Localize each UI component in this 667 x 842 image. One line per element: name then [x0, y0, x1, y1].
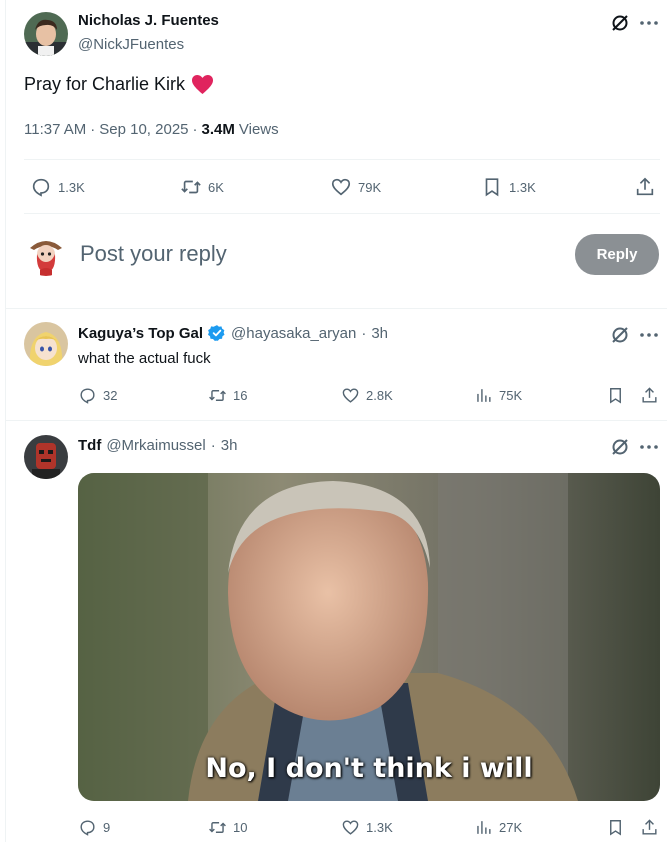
- post-date[interactable]: Sep 10, 2025: [99, 121, 188, 138]
- like-action[interactable]: 2.8K: [341, 386, 393, 405]
- repost-icon: [208, 818, 227, 837]
- views-icon: [474, 818, 493, 837]
- views-label: Views: [238, 121, 279, 138]
- more-icon[interactable]: [638, 324, 660, 346]
- repost-action[interactable]: 10: [208, 818, 247, 837]
- like-action[interactable]: 1.3K: [341, 818, 393, 837]
- bookmark-count: 1.3K: [509, 179, 536, 195]
- more-icon[interactable]: [638, 12, 660, 34]
- reply-author-avatar[interactable]: [24, 322, 68, 366]
- like-count: 1.3K: [366, 820, 393, 835]
- reply-media-image[interactable]: No, I don't think i will: [78, 473, 660, 801]
- divider: [24, 159, 660, 160]
- more-icon[interactable]: [638, 436, 660, 458]
- reply-author-avatar[interactable]: [24, 435, 68, 479]
- reply-count: 9: [103, 820, 111, 835]
- divider: [5, 420, 667, 421]
- heart-emoji-icon: [191, 74, 214, 95]
- repost-count: 16: [233, 388, 248, 403]
- like-count: 2.8K: [366, 388, 393, 403]
- repost-count: 6K: [208, 179, 224, 195]
- post-meta: 11:37 AM · Sep 10, 2025 · 3.4M Views: [24, 121, 279, 138]
- repost-action[interactable]: 6K: [180, 176, 224, 198]
- reply-header: Tdf @Mrkaimussel · 3h: [78, 437, 237, 454]
- like-icon: [341, 818, 360, 837]
- views-count: 3.4M: [201, 121, 235, 138]
- reply-author-handle[interactable]: @Mrkaimussel: [106, 437, 205, 454]
- repost-count: 10: [233, 820, 248, 835]
- grok-icon[interactable]: [609, 324, 631, 346]
- reply-author-name[interactable]: Kaguya’s Top Gal: [78, 325, 203, 342]
- divider: [24, 213, 660, 214]
- bookmark-action[interactable]: 1.3K: [481, 176, 536, 198]
- like-icon: [341, 386, 360, 405]
- reply-action[interactable]: 9: [78, 818, 110, 837]
- reply-action[interactable]: 1.3K: [30, 176, 85, 198]
- grok-icon[interactable]: [609, 12, 631, 34]
- repost-action[interactable]: 16: [208, 386, 247, 405]
- reply-action[interactable]: 32: [78, 386, 117, 405]
- main-author-avatar[interactable]: [24, 12, 68, 56]
- reply-time[interactable]: 3h: [221, 437, 238, 454]
- views-count: 27K: [499, 820, 523, 835]
- repost-icon: [180, 176, 202, 198]
- views-action[interactable]: 27K: [474, 818, 522, 837]
- reply-count: 1.3K: [58, 179, 85, 195]
- current-user-avatar[interactable]: [24, 232, 68, 276]
- share-icon[interactable]: [638, 384, 660, 406]
- reply-icon: [78, 818, 97, 837]
- divider: [5, 308, 667, 309]
- meme-caption: No, I don't think i will: [205, 753, 533, 784]
- main-post-text: Pray for Charlie Kirk: [24, 74, 214, 95]
- verified-badge-icon: [208, 324, 226, 342]
- like-count: 79K: [358, 179, 382, 195]
- main-author-handle[interactable]: @NickJFuentes: [78, 36, 184, 53]
- reply-header: Kaguya’s Top Gal @hayasaka_aryan · 3h: [78, 324, 388, 342]
- views-icon: [474, 386, 493, 405]
- reply-icon: [30, 176, 52, 198]
- main-author-name[interactable]: Nicholas J. Fuentes: [78, 12, 219, 29]
- views-action[interactable]: 75K: [474, 386, 522, 405]
- main-post-text-content: Pray for Charlie Kirk: [24, 74, 186, 94]
- share-icon[interactable]: [638, 816, 660, 838]
- reply-icon: [78, 386, 97, 405]
- reply-time[interactable]: 3h: [371, 325, 388, 342]
- like-action[interactable]: 79K: [330, 176, 381, 198]
- views-count: 75K: [499, 388, 523, 403]
- bookmark-icon: [481, 176, 503, 198]
- post-time[interactable]: 11:37 AM: [24, 121, 86, 138]
- share-icon[interactable]: [632, 175, 658, 199]
- reply-author-name[interactable]: Tdf: [78, 437, 101, 454]
- reply-submit-button[interactable]: Reply: [575, 234, 659, 275]
- bookmark-icon[interactable]: [604, 816, 626, 838]
- bookmark-icon[interactable]: [604, 384, 626, 406]
- repost-icon: [208, 386, 227, 405]
- reply-author-handle[interactable]: @hayasaka_aryan: [231, 325, 356, 342]
- grok-icon[interactable]: [609, 436, 631, 458]
- meta-dot: ·: [210, 437, 216, 454]
- meta-dot: ·: [192, 121, 198, 138]
- meta-dot: ·: [90, 121, 96, 138]
- like-icon: [330, 176, 352, 198]
- reply-text: what the actual fuck: [78, 350, 211, 367]
- reply-count: 32: [103, 388, 118, 403]
- meta-dot: ·: [361, 324, 367, 342]
- reply-input[interactable]: Post your reply: [80, 241, 227, 267]
